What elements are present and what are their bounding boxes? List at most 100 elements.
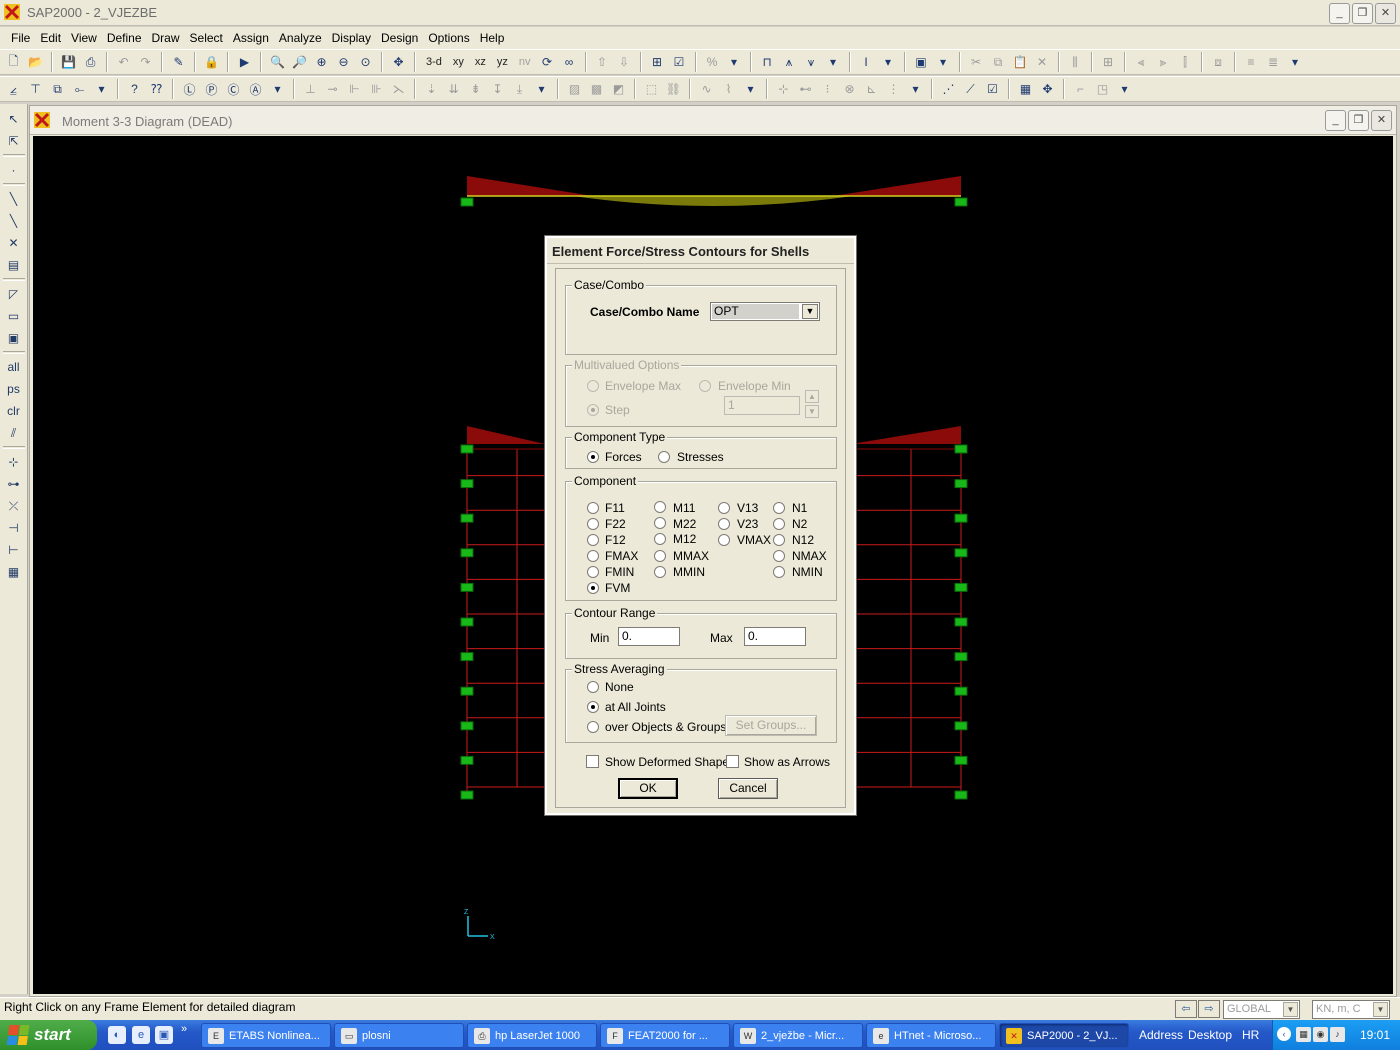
align-icon[interactable]: ⫸ (1154, 53, 1173, 72)
section-designer-icon[interactable]: I (857, 53, 876, 72)
pointer-icon[interactable]: ↖ (4, 110, 24, 128)
coordinate-system-select[interactable]: GLOBAL ▼ (1223, 1000, 1300, 1019)
f22-radio[interactable] (587, 518, 599, 530)
menu-define[interactable]: Define (102, 31, 147, 45)
frame-deformed-icon[interactable]: ⩚ (780, 53, 799, 72)
select-all-icon[interactable]: ⊞ (648, 53, 667, 72)
print-icon[interactable]: ⎙ (81, 53, 100, 72)
query-icon[interactable]: ? (125, 80, 144, 99)
taskbar-item-word[interactable]: W 2_vježbe - Micr... (733, 1023, 863, 1048)
pencil-icon[interactable]: ✎ (169, 53, 188, 72)
ok-button[interactable]: OK (618, 778, 678, 799)
snap-joints-icon[interactable]: ⊹ (774, 80, 793, 99)
envelope-max-radio[interactable] (587, 380, 599, 392)
delete-icon[interactable]: ✕ (1033, 53, 1052, 72)
snap-perp-icon[interactable]: ⊾ (862, 80, 881, 99)
menu-display[interactable]: Display (327, 31, 376, 45)
move-up-icon[interactable]: ⇧ (593, 53, 612, 72)
snap-to-intersection-icon[interactable]: ⤫ (4, 497, 24, 515)
frame-release-icon[interactable]: ⊩ (345, 80, 364, 99)
network-icon[interactable]: ▦ (1296, 1027, 1311, 1042)
set-groups-button[interactable]: Set Groups... (725, 715, 817, 736)
section-properties-icon[interactable]: ⊤ (26, 80, 45, 99)
vmax-radio[interactable] (718, 534, 730, 546)
extrude-icon[interactable]: ⫿ (1176, 53, 1195, 72)
m12-radio[interactable] (654, 533, 666, 545)
stresses-radio[interactable] (658, 451, 670, 463)
replicate-icon[interactable]: ⫼ (1066, 53, 1085, 72)
frame-load-icon[interactable]: ⇊ (444, 80, 463, 99)
edit-grid-icon[interactable]: ⫷ (1132, 53, 1151, 72)
dropdown-arrow-icon[interactable]: ▾ (824, 53, 843, 72)
fmax-radio[interactable] (587, 550, 599, 562)
avg-none-radio[interactable] (587, 681, 599, 693)
zoom-all-icon[interactable]: ⊙ (356, 53, 375, 72)
taskbar-item-etabs[interactable]: E ETABS Nonlinea... (201, 1023, 331, 1048)
area-load-icon[interactable]: ⇟ (466, 80, 485, 99)
close-button[interactable]: ✕ (1375, 3, 1396, 24)
joint-load-icon[interactable]: ⇣ (422, 80, 441, 99)
cancel-button[interactable]: Cancel (718, 778, 778, 799)
load-case-icon[interactable]: Ⓛ (180, 80, 199, 99)
tray-expand-icon[interactable]: ‹ (1277, 1027, 1291, 1041)
move-down-icon[interactable]: ⇩ (615, 53, 634, 72)
envelope-min-radio[interactable] (699, 380, 711, 392)
avg-objects-radio[interactable] (587, 721, 599, 733)
intersecting-line-select-icon[interactable]: ⫽ (4, 424, 24, 442)
zoom-in-icon[interactable]: ⊕ (312, 53, 331, 72)
display-table-icon[interactable]: ▣ (912, 53, 931, 72)
chevron-down-icon[interactable]: ▼ (802, 304, 818, 319)
address-toolbar-label[interactable]: Address (1139, 1028, 1183, 1042)
snap-to-lines-icon[interactable]: ⊢ (4, 541, 24, 559)
layers-icon[interactable]: ⧉ (48, 80, 67, 99)
view-xz-button[interactable]: xz (471, 56, 490, 68)
point-load-icon[interactable]: ↧ (488, 80, 507, 99)
frame-draw-icon[interactable]: ⌐ (1071, 80, 1090, 99)
n1-radio[interactable] (773, 502, 785, 514)
draw-frame-icon[interactable]: ╲ (4, 190, 24, 208)
rotate-icon[interactable]: ⟳ (538, 53, 557, 72)
nmin-radio[interactable] (773, 566, 785, 578)
fvm-radio[interactable] (587, 582, 599, 594)
menu-analyze[interactable]: Analyze (274, 31, 327, 45)
percent-icon[interactable]: % (703, 53, 722, 72)
zoom-restore-icon[interactable]: 🔎 (290, 53, 309, 72)
dropdown-arrow-icon[interactable]: ▾ (532, 80, 551, 99)
diagram-maximize-button[interactable]: ❐ (1348, 110, 1369, 131)
snap-to-joints-icon[interactable]: ⊹ (4, 453, 24, 471)
contour-min-field[interactable]: 0. (618, 627, 680, 646)
lock-icon[interactable]: 🔒 (202, 53, 221, 72)
check-icon[interactable]: ☑ (670, 53, 689, 72)
frame-local-axes-icon[interactable]: ⋋ (389, 80, 408, 99)
snap-intersect-icon[interactable]: ⊗ (840, 80, 859, 99)
dropdown-arrow-icon[interactable]: ▾ (1115, 80, 1134, 99)
join-icon[interactable]: ≣ (1264, 53, 1283, 72)
divide-icon[interactable]: ≡ (1242, 53, 1261, 72)
snap-line-icon[interactable]: ⟋ (961, 80, 980, 99)
mmin-radio[interactable] (654, 566, 666, 578)
chevron-down-icon[interactable]: ▼ (1373, 1002, 1388, 1017)
m11-radio[interactable] (654, 501, 666, 513)
run-analysis-icon[interactable]: ▶ (235, 53, 254, 72)
solid-icon[interactable]: ⬚ (642, 80, 661, 99)
new-file-icon[interactable]: 🗋 (4, 53, 23, 72)
dropdown-arrow-icon[interactable]: ▾ (879, 53, 898, 72)
menu-assign[interactable]: Assign (228, 31, 274, 45)
f11-radio[interactable] (587, 502, 599, 514)
link-icon[interactable]: ⛓ (664, 80, 683, 99)
grid-table-icon[interactable]: ▦ (1016, 80, 1035, 99)
redo-icon[interactable]: ↷ (136, 53, 155, 72)
graph-icon[interactable]: ⦤ (4, 80, 23, 99)
cable-icon[interactable]: ⌇ (719, 80, 738, 99)
zoom-window-icon[interactable]: 🔍 (268, 53, 287, 72)
area-edge-icon[interactable]: ◩ (609, 80, 628, 99)
menu-view[interactable]: View (66, 31, 102, 45)
avg-all-joints-radio[interactable] (587, 701, 599, 713)
dropdown-arrow-icon[interactable]: ▾ (741, 80, 760, 99)
desktop-toolbar-label[interactable]: Desktop (1188, 1028, 1232, 1042)
perspective-icon[interactable]: ∞ (560, 53, 579, 72)
dropdown-arrow-icon[interactable]: ▾ (92, 80, 111, 99)
restore-button[interactable]: ❐ (1352, 3, 1373, 24)
draw-cable-icon[interactable]: ╲ (4, 212, 24, 230)
dropdown-arrow-icon[interactable]: ▾ (268, 80, 287, 99)
